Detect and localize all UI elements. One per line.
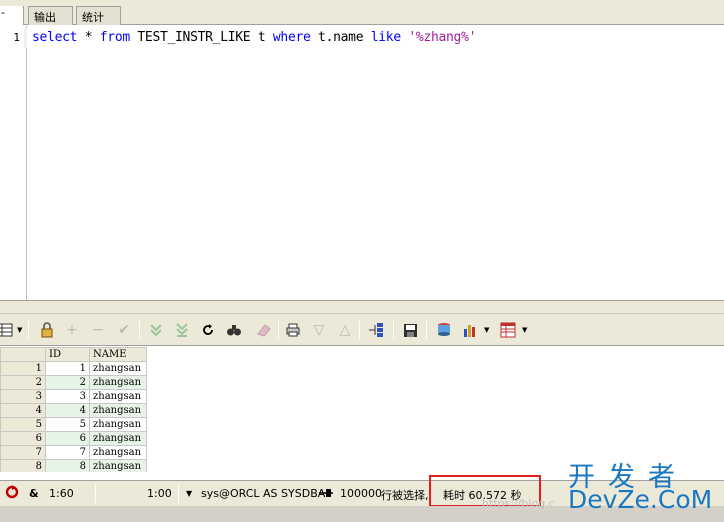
keyword-where: where — [272, 30, 311, 45]
column-header-id[interactable]: ID — [45, 347, 90, 362]
fetch-count: 100000 — [340, 487, 382, 500]
watermark-url: https://blog.c — [482, 497, 555, 510]
table-row[interactable]: 8 8 zhangsan — [0, 459, 147, 472]
cell-id[interactable]: 2 — [45, 375, 90, 390]
filter-up-icon[interactable]: △ — [335, 320, 355, 340]
row-number: 8 — [0, 459, 46, 472]
rows-selected-text: 行被选择, — [381, 489, 429, 502]
keyword-like: like — [370, 30, 401, 45]
chart-icon[interactable] — [460, 320, 480, 340]
tab-sql[interactable]: - — [0, 6, 24, 25]
fetch-last-icon[interactable] — [172, 320, 192, 340]
row-number-header — [0, 347, 46, 362]
find-icon[interactable] — [224, 320, 244, 340]
toolbar-separator — [426, 321, 427, 339]
table-row[interactable]: 7 7 zhangsan — [0, 445, 147, 460]
table-icon[interactable] — [498, 320, 518, 340]
fetch-next-icon[interactable] — [146, 320, 166, 340]
tree-icon[interactable] — [366, 320, 386, 340]
table-dropdown-icon[interactable]: ▼ — [522, 326, 527, 334]
toolbar-separator — [139, 321, 140, 339]
row-number: 3 — [0, 389, 46, 404]
result-table: ID NAME 1 1 zhangsan 2 2 zhangsan 3 3 zh… — [0, 347, 147, 472]
sql-code-line[interactable]: select * from TEST_INSTR_LIKE t where t.… — [32, 30, 476, 45]
result-tab-strip: - 输出 统计 — [0, 0, 724, 25]
row-number: 4 — [0, 403, 46, 418]
cell-id[interactable]: 5 — [45, 417, 90, 432]
toolbar-separator — [278, 321, 279, 339]
table-row[interactable]: 1 1 zhangsan — [0, 361, 147, 376]
cell-name[interactable]: zhangsan — [89, 361, 147, 376]
save-icon[interactable] — [400, 320, 420, 340]
row-number: 6 — [0, 431, 46, 446]
string-literal: '%zhang%' — [408, 30, 477, 45]
cell-id[interactable]: 7 — [45, 445, 90, 460]
line-number: 1 — [13, 31, 20, 44]
pane-splitter[interactable] — [0, 300, 724, 314]
connection-dropdown-icon[interactable]: ▼ — [186, 489, 192, 498]
chart-dropdown-icon[interactable]: ▼ — [484, 326, 489, 334]
cursor-position: 1:60 — [49, 487, 74, 500]
table-row[interactable]: 4 4 zhangsan — [0, 403, 147, 418]
table-row[interactable]: 2 2 zhangsan — [0, 375, 147, 390]
cell-name[interactable]: zhangsan — [89, 389, 147, 404]
logo-bottom-text: DevZe.CoM — [568, 485, 713, 514]
gutter-marker — [24, 28, 27, 48]
keyword-select: select — [32, 30, 78, 45]
code-table: TEST_INSTR_LIKE t — [129, 30, 273, 45]
ampersand-indicator[interactable]: & — [29, 487, 39, 500]
row-number: 7 — [0, 445, 46, 460]
lock-icon[interactable] — [37, 320, 57, 340]
tab-output[interactable]: 输出 — [28, 6, 73, 25]
results-toolbar: ▼ + − ✔ ▽ △ ▼ ▼ — [0, 314, 724, 346]
print-icon[interactable] — [283, 320, 303, 340]
result-grid[interactable]: ID NAME 1 1 zhangsan 2 2 zhangsan 3 3 zh… — [0, 347, 724, 472]
tab-statistics[interactable]: 统计 — [76, 6, 121, 25]
row-number: 1 — [0, 361, 46, 376]
keyword-from: from — [99, 30, 130, 45]
cell-id[interactable]: 8 — [45, 459, 90, 472]
status-separator — [95, 484, 96, 503]
pin-icon — [318, 487, 334, 502]
execute-status-icon[interactable] — [5, 485, 19, 502]
cell-name[interactable]: zhangsan — [89, 445, 147, 460]
line-gutter: 1 — [0, 26, 27, 300]
toolbar-separator — [359, 321, 360, 339]
cell-name[interactable]: zhangsan — [89, 431, 147, 446]
connection-info[interactable]: sys@ORCL AS SYSDBA — [201, 487, 325, 500]
elapsed-position: 1:00 — [147, 487, 172, 500]
grid-dropdown-icon[interactable]: ▼ — [17, 326, 22, 334]
toolbar-separator — [393, 321, 394, 339]
code-star: * — [77, 30, 100, 45]
devze-logo: 开发者 DevZe.CoM — [566, 455, 720, 517]
cell-name[interactable]: zhangsan — [89, 459, 147, 472]
cell-id[interactable]: 1 — [45, 361, 90, 376]
cell-id[interactable]: 4 — [45, 403, 90, 418]
cell-name[interactable]: zhangsan — [89, 375, 147, 390]
status-separator — [178, 484, 179, 503]
clear-icon[interactable] — [254, 320, 274, 340]
add-row-icon[interactable]: + — [62, 320, 82, 340]
export-icon[interactable] — [434, 320, 454, 340]
code-column: t.name — [310, 30, 371, 45]
filter-down-icon[interactable]: ▽ — [309, 320, 329, 340]
post-icon[interactable]: ✔ — [114, 320, 134, 340]
cell-name[interactable]: zhangsan — [89, 417, 147, 432]
cell-id[interactable]: 6 — [45, 431, 90, 446]
cell-id[interactable]: 3 — [45, 389, 90, 404]
delete-row-icon[interactable]: − — [88, 320, 108, 340]
sql-editor[interactable]: 1 select * from TEST_INSTR_LIKE t where … — [0, 26, 724, 300]
column-header-name[interactable]: NAME — [89, 347, 147, 362]
table-row[interactable]: 5 5 zhangsan — [0, 417, 147, 432]
cell-name[interactable]: zhangsan — [89, 403, 147, 418]
table-header-row: ID NAME — [0, 347, 147, 362]
table-row[interactable]: 6 6 zhangsan — [0, 431, 147, 446]
row-number: 5 — [0, 417, 46, 432]
table-row[interactable]: 3 3 zhangsan — [0, 389, 147, 404]
grid-icon[interactable] — [0, 320, 14, 340]
toolbar-separator — [28, 321, 29, 339]
refresh-icon[interactable] — [198, 320, 218, 340]
row-number: 2 — [0, 375, 46, 390]
